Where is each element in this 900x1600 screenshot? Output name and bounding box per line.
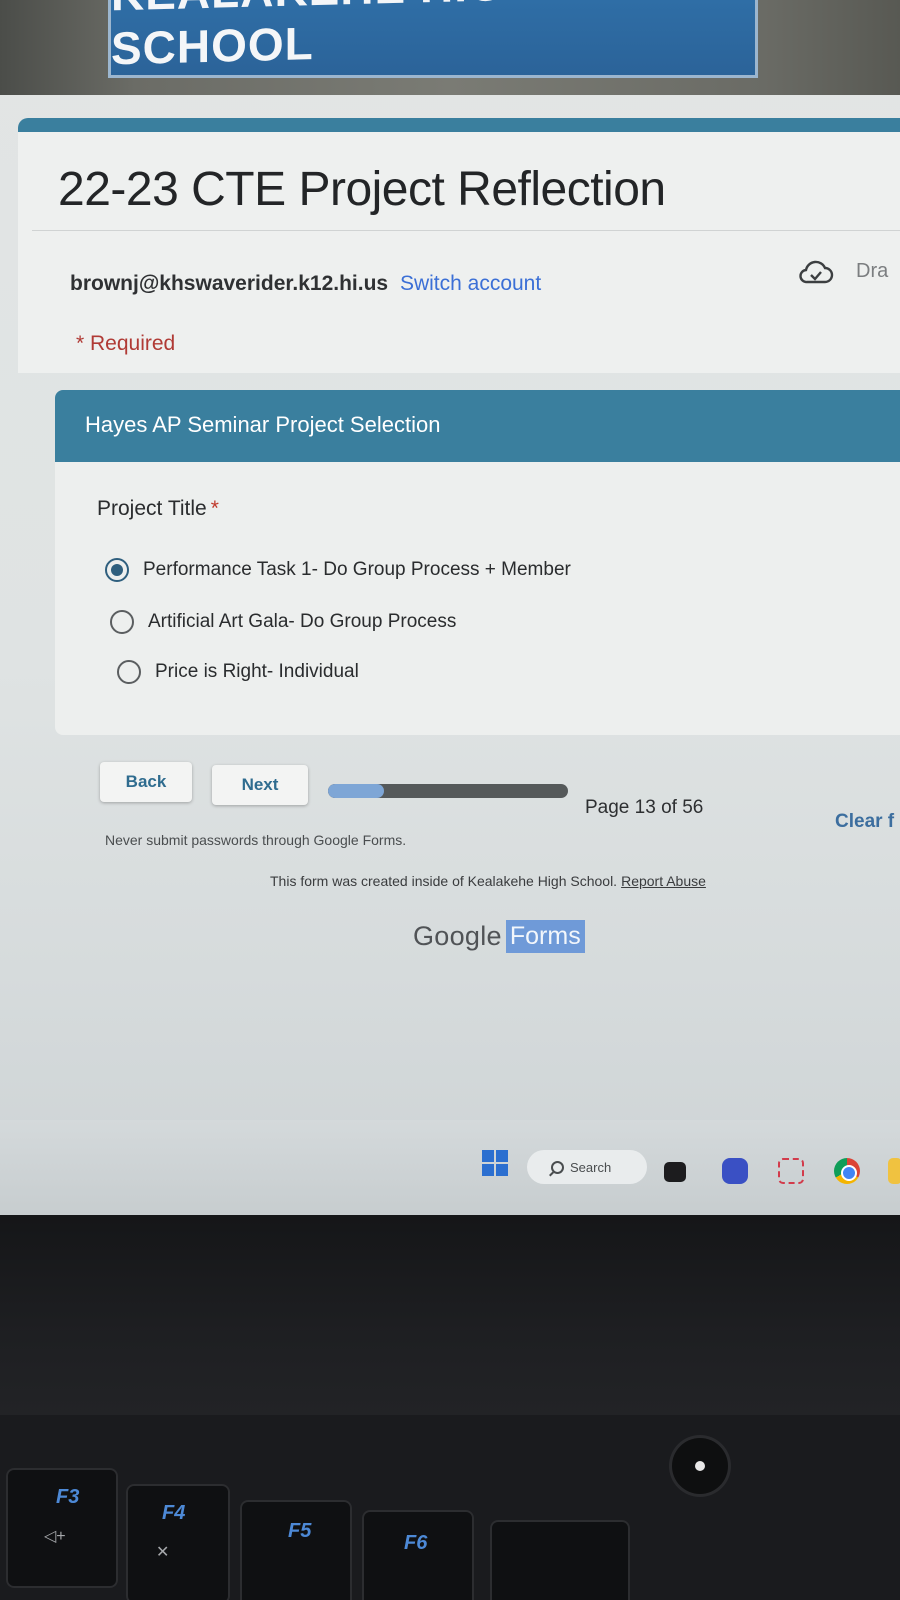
required-star: *	[210, 497, 219, 520]
brand-google-text: Google	[413, 921, 502, 951]
radio-option-price-is-right[interactable]: Price is Right- Individual	[117, 660, 359, 684]
account-email: brownj@khswaverider.k12.hi.us	[70, 272, 389, 295]
radio-button-selected[interactable]	[105, 558, 129, 582]
form-header-card: 22-23 CTE Project Reflection brownj@khsw…	[18, 118, 900, 373]
volume-up-icon: ◁+	[44, 1528, 66, 1545]
mic-mute-icon: ✕	[156, 1544, 170, 1561]
windows-start-icon[interactable]	[482, 1150, 508, 1176]
radio-option-label: Price is Right- Individual	[155, 661, 359, 682]
radio-option-label: Performance Task 1- Do Group Process + M…	[143, 559, 571, 580]
required-note: * Required	[76, 332, 176, 355]
file-explorer-icon[interactable]	[888, 1158, 900, 1184]
password-warning: Never submit passwords through Google Fo…	[105, 832, 407, 848]
switch-account-link[interactable]: Switch account	[400, 272, 541, 295]
question-section-card: Hayes AP Seminar Project Selection Proje…	[55, 390, 900, 735]
question-label: Project Title	[97, 497, 207, 520]
screen: KEALAKEHE HIGH SCHOOL 22-23 CTE Project …	[0, 0, 900, 1215]
question-title: Project Title *	[97, 497, 219, 521]
school-sign: KEALAKEHE HIGH SCHOOL	[108, 0, 758, 78]
report-abuse-link[interactable]: Report Abuse	[621, 873, 706, 889]
progress-bar	[328, 784, 568, 798]
f4-key-label: F4	[162, 1502, 186, 1524]
section-header: Hayes AP Seminar Project Selection	[55, 390, 900, 462]
section-title: Hayes AP Seminar Project Selection	[85, 412, 441, 437]
back-button[interactable]: Back	[100, 762, 192, 802]
form-title: 22-23 CTE Project Reflection	[58, 163, 666, 216]
school-banner: KEALAKEHE HIGH SCHOOL	[0, 0, 900, 95]
created-inside-text: This form was created inside of Kealakeh…	[270, 873, 618, 889]
radio-option-performance-task[interactable]: Performance Task 1- Do Group Process + M…	[105, 558, 571, 582]
laptop-bezel	[0, 1215, 900, 1415]
radio-button[interactable]	[110, 610, 134, 634]
teams-icon[interactable]	[722, 1158, 748, 1184]
progress-bar-fill	[328, 784, 384, 798]
header-divider	[32, 230, 900, 231]
f4-key[interactable]: F4 ✕	[126, 1484, 230, 1600]
account-row: brownj@khswaverider.k12.hi.us Switch acc…	[70, 272, 541, 296]
f5-key-label: F5	[288, 1520, 312, 1542]
created-inside-note: This form was created inside of Kealakeh…	[270, 873, 706, 889]
f6-key-label: F6	[404, 1532, 428, 1554]
f7-key[interactable]	[490, 1520, 630, 1600]
brand-forms-text: Forms	[505, 920, 585, 953]
widgets-icon[interactable]	[664, 1162, 686, 1182]
taskbar-search[interactable]: Search	[527, 1150, 647, 1184]
f5-key[interactable]: F5	[240, 1500, 352, 1600]
google-forms-logo[interactable]: Google Forms	[413, 920, 585, 953]
school-banner-text: KEALAKEHE HIGH SCHOOL	[111, 0, 539, 75]
taskbar: Search	[0, 1120, 900, 1215]
trackpoint-icon	[672, 1438, 728, 1494]
next-button[interactable]: Next	[212, 765, 308, 805]
page-indicator: Page 13 of 56	[585, 797, 704, 818]
draft-saved-label: Dra	[856, 260, 889, 282]
radio-button[interactable]	[117, 660, 141, 684]
f6-key[interactable]: F6	[362, 1510, 474, 1600]
search-icon	[551, 1160, 564, 1174]
chrome-icon[interactable]	[834, 1158, 860, 1184]
clear-form-button[interactable]: Clear f	[835, 811, 894, 833]
f3-key-label: F3	[56, 1486, 80, 1508]
cloud-saved-icon	[799, 260, 834, 284]
taskbar-search-label: Search	[570, 1159, 612, 1175]
f3-key[interactable]: F3 ◁+	[6, 1468, 118, 1588]
snipping-tool-icon[interactable]	[778, 1158, 804, 1184]
radio-option-label: Artificial Art Gala- Do Group Process	[148, 611, 457, 632]
radio-option-art-gala[interactable]: Artificial Art Gala- Do Group Process	[110, 610, 456, 634]
